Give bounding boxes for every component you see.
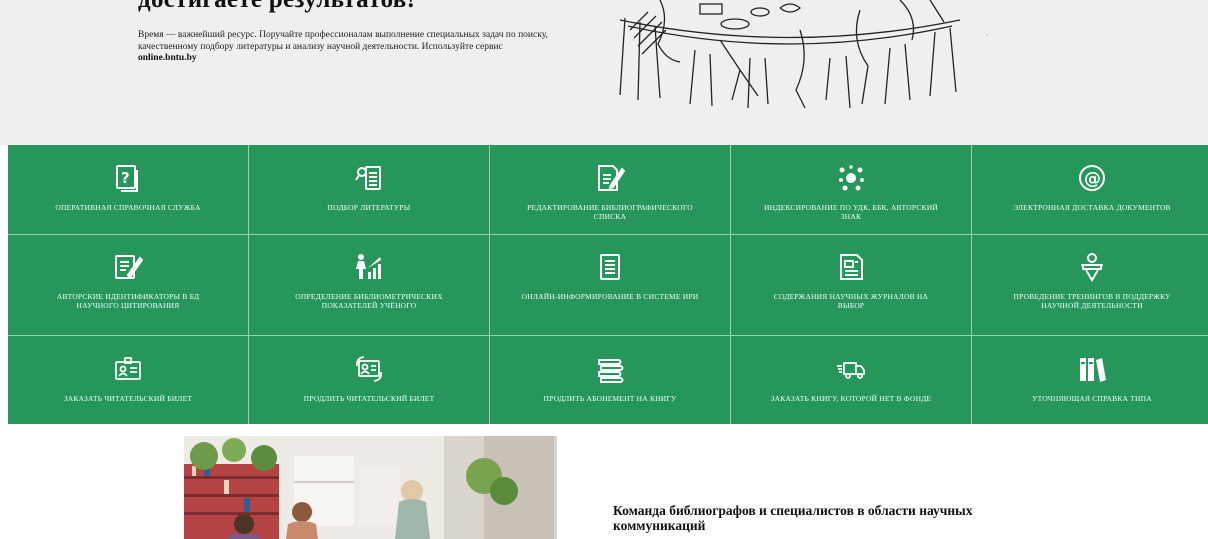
service-label: ЭЛЕКТРОННАЯ ДОСТАВКА ДОКУМЕНТОВ xyxy=(1013,203,1171,212)
hero-heading: достигаете результатов! xyxy=(138,0,415,14)
service-journal-contents[interactable]: СОДЕРЖАНИЯ НАУЧНЫХ ЖУРНАЛОВ НА ВЫБОР xyxy=(731,235,972,336)
service-label: АВТОРСКИЕ ИДЕНТИФИКАТОРЫ В БД НАУЧНОГО Ц… xyxy=(56,292,200,310)
team-photo xyxy=(184,436,557,539)
binders-icon xyxy=(1075,352,1109,386)
service-label: ПРОВЕДЕНИЕ ТРЕНИНГОВ В ПОДДЕРЖКУ НАУЧНОЙ… xyxy=(1013,292,1171,310)
hero-description: Время — важнейший ресурс. Поручайте проф… xyxy=(138,30,548,52)
service-label: ПРОДЛИТЬ ЧИТАТЕЛЬСКИЙ БИЛЕТ xyxy=(303,394,435,403)
document-search-icon xyxy=(352,161,386,195)
service-label: УТОЧНЯЮЩАЯ СПРАВКА ТНПА xyxy=(1032,394,1152,403)
service-sdi-informing[interactable]: ОНЛАЙН-ИНФОРМИРОВАНИЕ В СИСТЕМЕ ИРИ xyxy=(490,235,731,336)
service-label: ПРОДЛИТЬ АБОНЕМЕНТ НА КНИГУ xyxy=(543,394,677,403)
online-service-link[interactable]: online.bntu.by xyxy=(138,53,197,63)
services-grid: ? ОПЕРАТИВНАЯ СПРАВОЧНАЯ СЛУЖБА ПОДБОР Л… xyxy=(8,145,1208,424)
service-order-reader-card[interactable]: ЗАКАЗАТЬ ЧИТАТЕЛЬСКИЙ БИЛЕТ xyxy=(8,336,249,424)
service-author-identifiers[interactable]: АВТОРСКИЕ ИДЕНТИФИКАТОРЫ В БД НАУЧНОГО Ц… xyxy=(8,235,249,336)
service-bibliography-editing[interactable]: РЕДАКТИРОВАНИЕ БИБЛИОГРАФИЧЕСКОГО СПИСКА xyxy=(490,145,731,235)
journal-icon xyxy=(834,250,868,284)
id-card-icon xyxy=(111,352,145,386)
service-e-delivery[interactable]: @ ЭЛЕКТРОННАЯ ДОСТАВКА ДОКУМЕНТОВ xyxy=(972,145,1208,235)
team-meeting-illustration xyxy=(619,0,961,109)
service-literature-selection[interactable]: ПОДБОР ЛИТЕРАТУРЫ xyxy=(249,145,490,235)
growth-chart-icon xyxy=(352,250,386,284)
hero-section: достигаете результатов! Время — важнейши… xyxy=(0,0,1208,145)
service-label: ИНДЕКСИРОВАНИЕ ПО УДК, ББК, АВТОРСКИЙ ЗН… xyxy=(764,203,938,221)
svg-text:@: @ xyxy=(1084,169,1101,189)
service-bibliometrics[interactable]: ОПРЕДЕЛЕНИЕ БИБЛИОМЕТРИЧЕСКИХ ПОКАЗАТЕЛЕ… xyxy=(249,235,490,336)
trainer-icon xyxy=(1075,250,1109,284)
team-section-title: Команда библиографов и специалистов в об… xyxy=(613,503,973,533)
document-edit-icon xyxy=(593,161,627,195)
service-label: ОПЕРАТИВНАЯ СПРАВОЧНАЯ СЛУЖБА xyxy=(55,203,201,212)
service-label: ЗАКАЗАТЬ ЧИТАТЕЛЬСКИЙ БИЛЕТ xyxy=(63,394,193,403)
service-reference-desk[interactable]: ? ОПЕРАТИВНАЯ СПРАВОЧНАЯ СЛУЖБА xyxy=(8,145,249,235)
service-renew-book-loan[interactable]: ПРОДЛИТЬ АБОНЕМЕНТ НА КНИГУ xyxy=(490,336,731,424)
service-label: ПОДБОР ЛИТЕРАТУРЫ xyxy=(327,203,411,212)
service-renew-reader-card[interactable]: ПРОДЛИТЬ ЧИТАТЕЛЬСКИЙ БИЛЕТ xyxy=(249,336,490,424)
service-label: ОНЛАЙН-ИНФОРМИРОВАНИЕ В СИСТЕМЕ ИРИ xyxy=(521,292,699,301)
author-id-icon xyxy=(111,250,145,284)
service-order-missing-book[interactable]: ЗАКАЗАТЬ КНИГУ, КОТОРОЙ НЕТ В ФОНДЕ xyxy=(731,336,972,424)
service-label: ОПРЕДЕЛЕНИЕ БИБЛИОМЕТРИЧЕСКИХ ПОКАЗАТЕЛЕ… xyxy=(295,292,443,310)
at-sign-icon: @ xyxy=(1075,161,1109,195)
question-icon: ? xyxy=(111,161,145,195)
list-document-icon xyxy=(593,250,627,284)
books-stack-icon xyxy=(593,352,627,386)
service-label: СОДЕРЖАНИЯ НАУЧНЫХ ЖУРНАЛОВ НА ВЫБОР xyxy=(773,292,929,310)
network-icon xyxy=(834,161,868,195)
card-renew-icon xyxy=(352,352,386,386)
service-udc-indexing[interactable]: ИНДЕКСИРОВАНИЕ ПО УДК, ББК, АВТОРСКИЙ ЗН… xyxy=(731,145,972,235)
delivery-truck-icon xyxy=(834,352,868,386)
service-trainings[interactable]: ПРОВЕДЕНИЕ ТРЕНИНГОВ В ПОДДЕРЖКУ НАУЧНОЙ… xyxy=(972,235,1208,336)
service-label: РЕДАКТИРОВАНИЕ БИБЛИОГРАФИЧЕСКОГО СПИСКА xyxy=(527,203,693,221)
service-tnpa-reference[interactable]: УТОЧНЯЮЩАЯ СПРАВКА ТНПА xyxy=(972,336,1208,424)
svg-text:?: ? xyxy=(121,169,130,187)
service-label: ЗАКАЗАТЬ КНИГУ, КОТОРОЙ НЕТ В ФОНДЕ xyxy=(770,394,932,403)
decorative-dot xyxy=(986,34,988,36)
